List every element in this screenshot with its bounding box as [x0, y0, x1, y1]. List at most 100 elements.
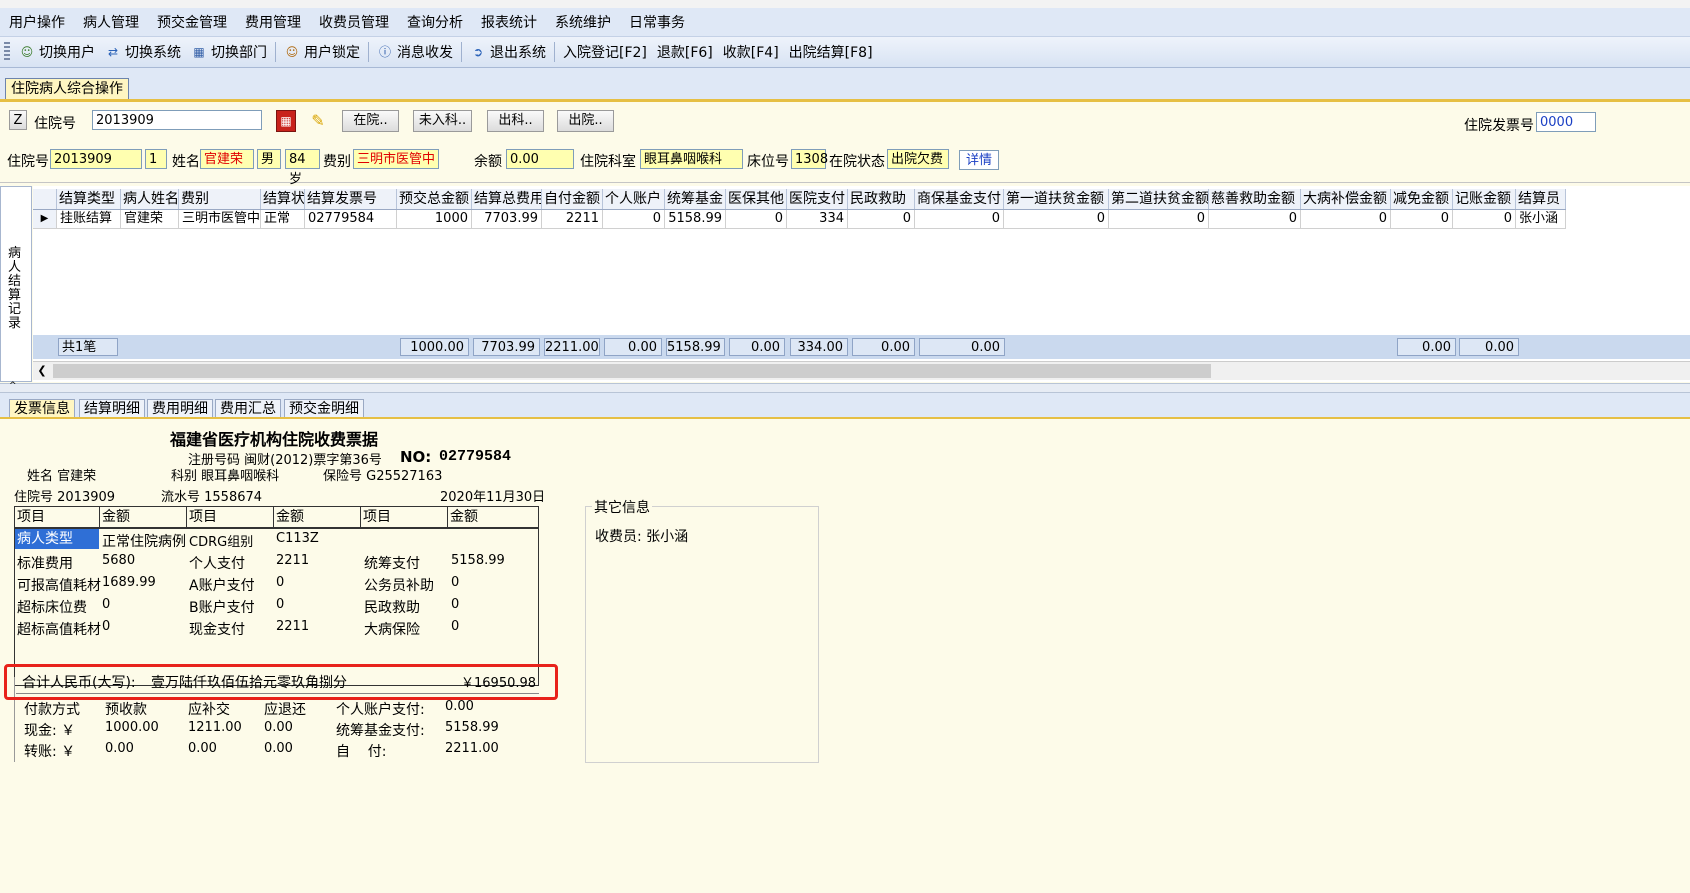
cell-major-illness[interactable]: 0 [1301, 210, 1391, 229]
menu-patient-mgmt[interactable]: 病人管理 [74, 12, 148, 32]
cell-settle-total[interactable]: 7703.99 [472, 210, 542, 229]
menu-user-ops[interactable]: 用户操作 [0, 12, 74, 32]
col-poverty-1[interactable]: 第一道扶贫金额 [1004, 189, 1109, 209]
tab-prepay-detail[interactable]: 预交金明细 [284, 399, 364, 417]
cell-pooling-fund[interactable]: 5158.99 [665, 210, 726, 229]
cell-poverty-1[interactable]: 0 [1004, 210, 1109, 229]
col-pooling-fund[interactable]: 统筹基金 [665, 189, 726, 209]
menu-query[interactable]: 查询分析 [398, 12, 472, 32]
cell-self-pay[interactable]: 2211 [542, 210, 603, 229]
col-settle-status[interactable]: 结算状 [261, 189, 305, 209]
switch-dept-button[interactable]: ▦ 切换部门 [186, 39, 272, 65]
col-fee-type[interactable]: 费别 [179, 189, 261, 209]
cell-reduction[interactable]: 0 [1391, 210, 1453, 229]
col-poverty-2[interactable]: 第二道扶贫金额 [1109, 189, 1209, 209]
inpatient-no-input[interactable]: 2013909 [92, 110, 262, 130]
invoice-no-input[interactable]: 0000 [1536, 112, 1596, 132]
balance-field[interactable]: 0.00 [506, 149, 574, 169]
col-charity[interactable]: 慈善救助金额 [1209, 189, 1301, 209]
col-major-illness[interactable]: 大病补偿金额 [1301, 189, 1391, 209]
calculator-icon[interactable]: ▦ [276, 110, 296, 132]
cell-prepay-total[interactable]: 1000 [397, 210, 472, 229]
col-commercial-fund[interactable]: 商保基金支付 [915, 189, 1004, 209]
menu-cashier-mgmt[interactable]: 收费员管理 [310, 12, 398, 32]
footer-account: 0.00 [1459, 338, 1519, 356]
tab-fee-detail[interactable]: 费用明细 [147, 399, 213, 417]
not-admitted-button[interactable]: 未入科.. [413, 110, 472, 132]
patient-inpatient-no-field[interactable]: 2013909 [50, 149, 142, 169]
clear-brush-icon[interactable]: ✎ [306, 110, 330, 132]
cell-patient-name[interactable]: 官建荣 [121, 210, 179, 229]
dept-field[interactable]: 眼耳鼻咽喉科 [640, 149, 743, 169]
admit-button[interactable]: 入院登记[F2] [558, 39, 652, 65]
footer-total: 7703.99 [473, 338, 540, 356]
discharge-settle-button[interactable]: 出院结算[F8] [784, 39, 878, 65]
col-insurance-other[interactable]: 医保其他 [726, 189, 787, 209]
cell-commercial-fund[interactable]: 0 [915, 210, 1004, 229]
col-hospital-pay[interactable]: 医院支付 [787, 189, 848, 209]
refund-button[interactable]: 退款[F6] [652, 39, 718, 65]
menu-daily[interactable]: 日常事务 [620, 12, 694, 32]
col-settler[interactable]: 结算员 [1516, 189, 1566, 209]
horizontal-scrollbar[interactable]: ❮ [33, 361, 1690, 380]
cell-insurance-other[interactable]: 0 [726, 210, 787, 229]
cell-fee-type[interactable]: 三明市医管中 [179, 210, 261, 229]
tab-invoice-info[interactable]: 发票信息 [9, 399, 75, 417]
out-dept-button[interactable]: 出科.. [487, 110, 544, 132]
menu-prepay-mgmt[interactable]: 预交金管理 [148, 12, 236, 32]
fee-type-field[interactable]: 三明市医管中 [353, 149, 439, 169]
detail-link[interactable]: 详情 [959, 150, 999, 170]
bed-field[interactable]: 1308 [791, 149, 828, 169]
scrollbar-thumb[interactable] [53, 364, 1211, 378]
switch-system-button[interactable]: ⇄ 切换系统 [100, 39, 186, 65]
cell-invoice-no[interactable]: 02779584 [305, 210, 397, 229]
cash-refund: 0.00 [264, 720, 293, 735]
messages-button[interactable]: ⓘ 消息收发 [372, 39, 458, 65]
tab-inpatient-operations[interactable]: 住院病人综合操作 [5, 78, 129, 99]
exit-button[interactable]: ➲ 退出系统 [465, 39, 551, 65]
scroll-left-icon[interactable]: ❮ [35, 364, 49, 378]
menu-system[interactable]: 系统维护 [546, 12, 620, 32]
collect-button[interactable]: 收款[F4] [718, 39, 784, 65]
z-button[interactable]: Z [9, 110, 27, 130]
switch-user-button[interactable]: ☺ 切换用户 [14, 39, 100, 65]
detail-tabs: 发票信息 结算明细 费用明细 费用汇总 预交金明细 [0, 393, 1690, 419]
col-settle-type[interactable]: 结算类型 [57, 189, 121, 209]
cell-settle-status[interactable]: 正常 [261, 210, 305, 229]
cell-charity[interactable]: 0 [1209, 210, 1301, 229]
toolbar-grip[interactable] [4, 42, 10, 62]
patient-name-field[interactable]: 官建荣 [200, 149, 254, 169]
cell-hospital-pay[interactable]: 334 [787, 210, 848, 229]
discharged-button[interactable]: 出院.. [557, 110, 614, 132]
col-invoice-no[interactable]: 结算发票号 [305, 189, 397, 209]
cell-account[interactable]: 0 [1453, 210, 1516, 229]
in-hospital-button[interactable]: 在院.. [342, 110, 399, 132]
col-personal-account[interactable]: 个人账户 [603, 189, 665, 209]
tab-fee-summary[interactable]: 费用汇总 [215, 399, 281, 417]
cell-settler[interactable]: 张小涵 [1516, 210, 1566, 229]
cell-poverty-2[interactable]: 0 [1109, 210, 1209, 229]
sex-field[interactable]: 男 [257, 149, 281, 169]
menu-reports[interactable]: 报表统计 [472, 12, 546, 32]
status-field[interactable]: 出院欠费 [887, 149, 949, 169]
col-account[interactable]: 记账金额 [1453, 189, 1516, 209]
receipt-cell-patient-type-label[interactable]: 病人类型 [15, 529, 99, 549]
col-reduction[interactable]: 减免金额 [1391, 189, 1453, 209]
col-prepay-total[interactable]: 预交总金额 [397, 189, 472, 209]
col-settle-total[interactable]: 结算总费用 [472, 189, 542, 209]
cell-civil-aid[interactable]: 0 [848, 210, 915, 229]
collapse-up-icon[interactable]: ^ [9, 382, 17, 391]
col-patient-name[interactable]: 病人姓名 [121, 189, 179, 209]
tab-settle-detail[interactable]: 结算明细 [79, 399, 145, 417]
cell-personal-account[interactable]: 0 [603, 210, 665, 229]
visit-count-field[interactable]: 1 [145, 149, 167, 169]
total-highlight-box [4, 664, 558, 700]
panel-splitter[interactable]: ^ [0, 382, 1690, 393]
col-civil-aid[interactable]: 民政救助 [848, 189, 915, 209]
table-row[interactable]: ▶ 挂账结算 官建荣 三明市医管中 正常 02779584 1000 7703.… [33, 210, 1566, 229]
age-field[interactable]: 84岁 [285, 149, 320, 187]
menu-fee-mgmt[interactable]: 费用管理 [236, 12, 310, 32]
lock-user-button[interactable]: ☺ 用户锁定 [279, 39, 365, 65]
cell-settle-type[interactable]: 挂账结算 [57, 210, 121, 229]
col-self-pay[interactable]: 自付金额 [542, 189, 603, 209]
